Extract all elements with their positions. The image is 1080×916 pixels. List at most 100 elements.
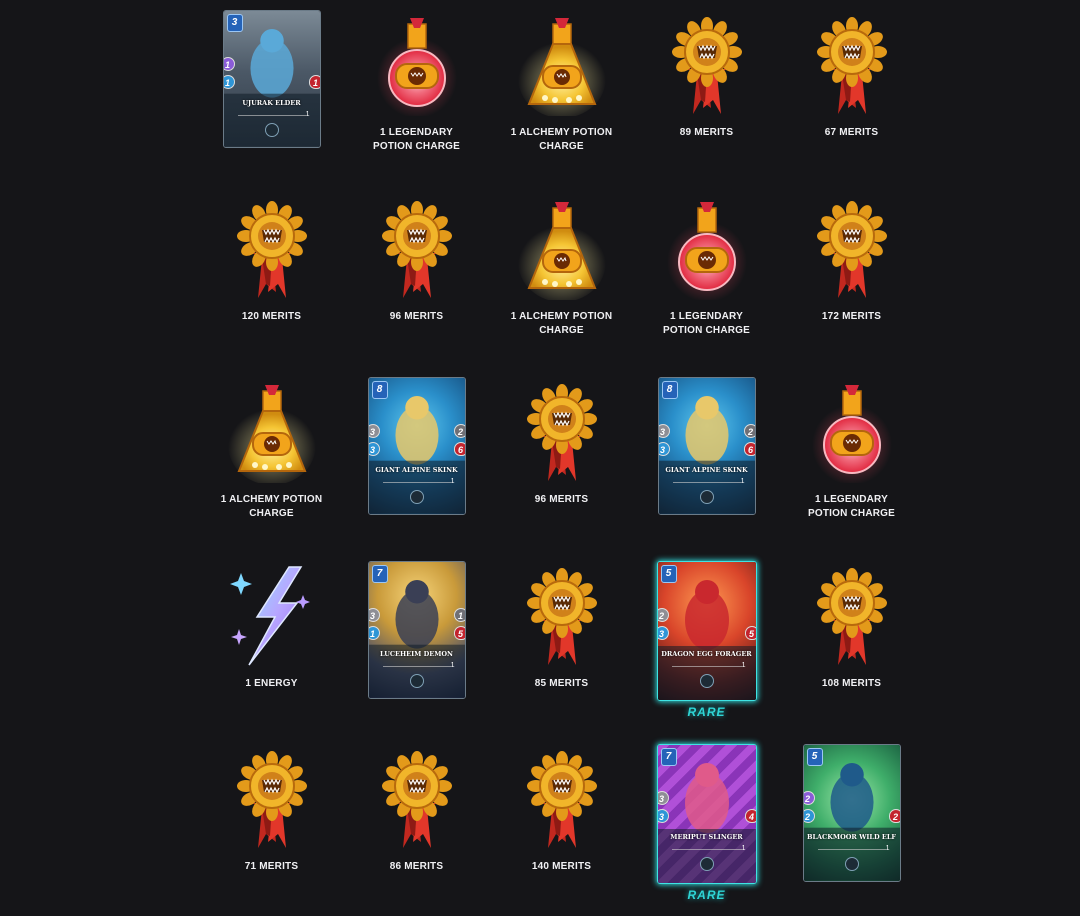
merits-medal-icon: [512, 377, 612, 489]
health-stat: 2: [888, 809, 900, 823]
reward-label: 1 LEGENDARY POTION CHARGE: [807, 494, 896, 519]
reward-label: 85 MERITS: [534, 678, 589, 689]
speed-stat: 3: [368, 442, 380, 456]
mana-cost: 3: [226, 14, 243, 32]
level-progress-bar: [237, 115, 306, 116]
level-progress-bar: [671, 849, 742, 850]
ability-badge-icon: [699, 490, 714, 504]
reward-label: 96 MERITS: [389, 311, 444, 322]
card-name: UJURAK ELDER: [242, 99, 301, 107]
reward-item[interactable]: 7 3 1 1 5 LUCEHEIM DEMON 1: [344, 561, 489, 699]
speed-stat: 1: [223, 75, 235, 89]
card-meriput[interactable]: 7 3 3 4 MERIPUT SLINGER 1: [656, 744, 757, 884]
melee-attack-stat: 2: [657, 608, 669, 622]
merits-medal-icon: [367, 194, 467, 306]
melee-attack-stat: 3: [657, 791, 669, 805]
mana-cost: 5: [806, 748, 823, 766]
ability-badge-icon: [844, 857, 859, 871]
merits-medal-icon: [367, 744, 467, 856]
card-name: LUCEHEIM DEMON: [380, 650, 453, 658]
reward-label: 1 ALCHEMY POTION CHARGE: [510, 127, 613, 152]
reward-item[interactable]: 120 MERITS: [199, 194, 344, 324]
reward-label: 172 MERITS: [821, 311, 882, 322]
reward-item[interactable]: 5 2 3 5 DRAGON EGG FORAGER 1 RARE: [634, 561, 779, 719]
merits-medal-icon: [512, 561, 612, 673]
mana-cost: 5: [660, 565, 677, 583]
speed-stat: 3: [657, 626, 669, 640]
reward-label: 1 ENERGY: [245, 678, 298, 689]
speed-stat: 3: [657, 809, 669, 823]
reward-label: 120 MERITS: [241, 311, 302, 322]
card-level: 1: [450, 478, 455, 485]
card-level: 1: [741, 662, 746, 669]
reward-item[interactable]: 96 MERITS: [344, 194, 489, 324]
mana-cost: 8: [371, 381, 388, 399]
rarity-label: RARE: [687, 705, 726, 719]
card-skink[interactable]: 8 3 3 2 6 GIANT ALPINE SKINK 1: [367, 377, 466, 515]
level-progress-bar: [671, 666, 742, 667]
reward-item[interactable]: 1 LEGENDARY POTION CHARGE: [634, 194, 779, 338]
reward-label: 96 MERITS: [534, 494, 589, 505]
melee-attack-stat: 3: [658, 424, 670, 438]
card-elf[interactable]: 5 2 2 2 BLACKMOOR WILD ELF 1: [802, 744, 901, 882]
reward-item[interactable]: 172 MERITS: [779, 194, 924, 324]
reward-item[interactable]: 1 LEGENDARY POTION CHARGE: [344, 10, 489, 154]
merits-medal-icon: [802, 561, 902, 673]
reward-item[interactable]: 96 MERITS: [489, 377, 634, 507]
reward-item[interactable]: 8 3 3 2 6 GIANT ALPINE SKINK 1: [634, 377, 779, 515]
reward-item[interactable]: 3 1 1 1 UJURAK ELDER 1: [199, 10, 344, 148]
speed-stat: 3: [658, 442, 670, 456]
melee-attack-stat: 3: [368, 424, 380, 438]
reward-item[interactable]: 71 MERITS: [199, 744, 344, 874]
reward-item[interactable]: 1 ENERGY: [199, 561, 344, 691]
card-level: 1: [740, 478, 745, 485]
reward-item[interactable]: 67 MERITS: [779, 10, 924, 140]
speed-stat: 1: [368, 626, 380, 640]
reward-label: 89 MERITS: [679, 127, 734, 138]
reward-item[interactable]: 1 LEGENDARY POTION CHARGE: [779, 377, 924, 521]
alchemy-potion-icon: [512, 194, 612, 306]
alchemy-potion-icon: [512, 10, 612, 122]
card-dragon[interactable]: 5 2 3 5 DRAGON EGG FORAGER 1: [656, 561, 757, 701]
mana-cost: 7: [371, 565, 388, 583]
merits-medal-icon: [802, 10, 902, 122]
merits-medal-icon: [222, 744, 322, 856]
merits-medal-icon: [802, 194, 902, 306]
card-name: GIANT ALPINE SKINK: [375, 466, 458, 474]
energy-bolt-icon: [222, 561, 322, 673]
card-level: 1: [450, 662, 455, 669]
card-demon[interactable]: 7 3 1 1 5 LUCEHEIM DEMON 1: [367, 561, 466, 699]
card-skink[interactable]: 8 3 3 2 6 GIANT ALPINE SKINK 1: [657, 377, 756, 515]
reward-item[interactable]: 86 MERITS: [344, 744, 489, 874]
health-stat: 6: [743, 442, 755, 456]
card-level: 1: [305, 111, 310, 118]
reward-label: 1 ALCHEMY POTION CHARGE: [220, 494, 323, 519]
armor-stat: 2: [743, 424, 755, 438]
reward-item[interactable]: 5 2 2 2 BLACKMOOR WILD ELF 1: [779, 744, 924, 882]
reward-item[interactable]: 8 3 3 2 6 GIANT ALPINE SKINK 1: [344, 377, 489, 515]
health-stat: 4: [744, 809, 756, 823]
rarity-label: RARE: [687, 888, 726, 902]
melee-attack-stat: 3: [368, 608, 380, 622]
magic-attack-stat: 2: [803, 791, 815, 805]
reward-item[interactable]: 7 3 3 4 MERIPUT SLINGER 1 RARE: [634, 744, 779, 902]
legendary-potion-icon: [802, 377, 902, 489]
reward-item[interactable]: 1 ALCHEMY POTION CHARGE: [199, 377, 344, 521]
reward-item[interactable]: 140 MERITS: [489, 744, 634, 874]
reward-item[interactable]: 108 MERITS: [779, 561, 924, 691]
card-name: GIANT ALPINE SKINK: [665, 466, 748, 474]
reward-item[interactable]: 85 MERITS: [489, 561, 634, 691]
alchemy-potion-icon: [222, 377, 322, 489]
reward-item[interactable]: 1 ALCHEMY POTION CHARGE: [489, 194, 634, 338]
ability-badge-icon: [699, 857, 714, 871]
card-name: DRAGON EGG FORAGER: [661, 650, 752, 658]
reward-item[interactable]: 89 MERITS: [634, 10, 779, 140]
legendary-potion-icon: [367, 10, 467, 122]
card-ujurak[interactable]: 3 1 1 1 UJURAK ELDER 1: [222, 10, 321, 148]
card-name: MERIPUT SLINGER: [670, 833, 743, 841]
level-progress-bar: [817, 849, 886, 850]
armor-stat: 1: [453, 608, 465, 622]
level-progress-bar: [382, 482, 451, 483]
reward-item[interactable]: 1 ALCHEMY POTION CHARGE: [489, 10, 634, 154]
armor-stat: 2: [453, 424, 465, 438]
